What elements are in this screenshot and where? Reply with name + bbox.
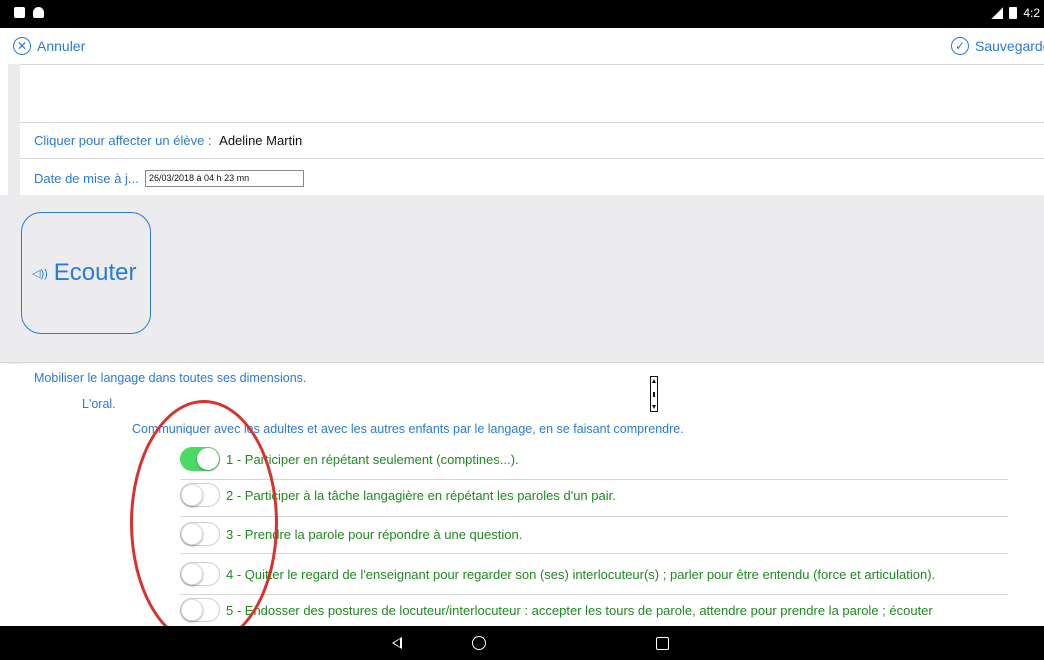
list-item[interactable]: 4 - Quitter le regard de l'enseignant po… — [180, 559, 935, 589]
cancel-button[interactable]: ✕ Annuler — [13, 37, 85, 55]
speaker-icon: ◁)) — [32, 267, 48, 280]
battery-icon — [1009, 7, 1018, 19]
grip — [653, 392, 655, 397]
recent-apps-icon[interactable] — [656, 637, 669, 650]
clock: 4:2 — [1023, 6, 1040, 20]
toggle-switch[interactable] — [180, 562, 220, 586]
status-bar: 4:2 — [0, 0, 1044, 28]
check-icon: ✓ — [951, 37, 969, 55]
student-name: Adeline Martin — [219, 133, 303, 148]
toggle-switch[interactable] — [180, 522, 220, 546]
toggle-switch[interactable] — [180, 598, 220, 622]
domain-title: Mobiliser le langage dans toutes ses dim… — [34, 371, 307, 385]
list-item[interactable]: 1 - Participer en répétant seulement (co… — [180, 444, 519, 474]
divider — [20, 158, 1044, 159]
divider — [20, 122, 1044, 123]
divider — [180, 516, 1008, 517]
android-icon — [33, 7, 44, 18]
scroll-handle[interactable] — [650, 376, 658, 412]
divider — [180, 553, 1008, 554]
listen-button[interactable]: ◁)) Ecouter — [21, 212, 151, 334]
toggle-knob — [197, 448, 219, 470]
home-icon[interactable] — [472, 636, 486, 650]
item-label: 3 - Prendre la parole pour répondre à un… — [226, 526, 523, 542]
item-label: 4 - Quitter le regard de l'enseignant po… — [226, 566, 936, 582]
item-label: 1 - Participer en répétant seulement (co… — [226, 451, 519, 467]
list-item[interactable]: 3 - Prendre la parole pour répondre à un… — [180, 519, 522, 549]
toggle-knob — [181, 484, 203, 506]
toggle-switch[interactable] — [180, 483, 220, 507]
divider — [0, 362, 1044, 363]
toggle-knob — [181, 563, 203, 585]
bag-icon — [14, 7, 25, 18]
competence-title: Communiquer avec les adultes et avec les… — [132, 422, 684, 436]
toggle-knob — [181, 523, 203, 545]
back-icon[interactable] — [392, 637, 402, 649]
save-label: Sauvegarde — [975, 38, 1044, 54]
item-label: 2 - Participer à la tâche langagière en … — [226, 487, 616, 503]
student-label: Cliquer pour affecter un élève : — [34, 133, 212, 148]
item-label: 5 - Endosser des postures de locuteur/in… — [226, 602, 933, 618]
list-item[interactable]: 2 - Participer à la tâche langagière en … — [180, 480, 616, 510]
status-right: 4:2 — [991, 6, 1040, 20]
audio-section — [0, 195, 1044, 362]
close-icon: ✕ — [13, 37, 31, 55]
save-button[interactable]: ✓ Sauvegarde — [951, 37, 1044, 55]
listen-label: Ecouter — [53, 259, 137, 286]
android-nav-bar — [0, 626, 1044, 660]
top-nav-bar: ✕ Annuler ✓ Sauvegarde — [0, 28, 1044, 64]
list-item[interactable]: 5 - Endosser des postures de locuteur/in… — [180, 595, 933, 625]
student-row[interactable]: Cliquer pour affecter un élève : Adeline… — [34, 133, 302, 148]
divider — [20, 64, 1044, 65]
notification-icons — [14, 7, 44, 18]
arrow-down-icon — [652, 405, 656, 409]
arrow-up-icon — [652, 379, 656, 383]
cancel-label: Annuler — [37, 38, 86, 54]
toggle-switch[interactable] — [180, 447, 220, 471]
date-field[interactable]: 26/03/2018 à 04 h 23 mn — [145, 170, 304, 187]
signal-icon — [991, 7, 1004, 19]
date-label: Date de mise à j... — [34, 171, 139, 186]
toggle-knob — [181, 599, 203, 621]
subdomain-title: L'oral. — [82, 397, 116, 411]
